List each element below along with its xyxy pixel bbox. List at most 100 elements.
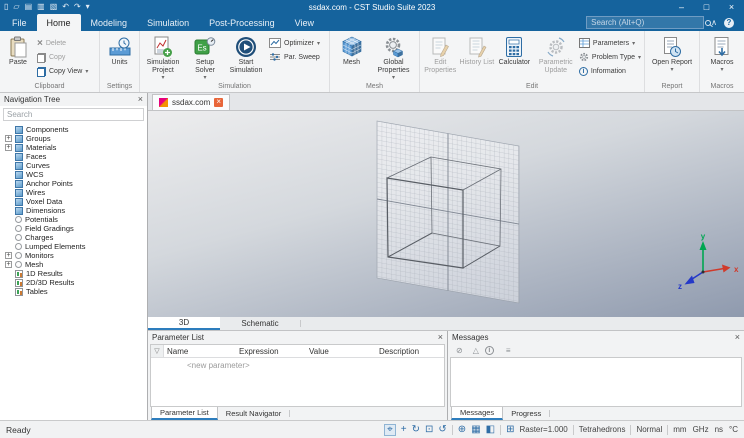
- tree-item-materials[interactable]: + Materials: [0, 143, 147, 152]
- filter-icon[interactable]: ▽: [151, 345, 164, 357]
- save-all-icon[interactable]: ▥: [37, 3, 45, 11]
- parametric-update-button[interactable]: Parametric Update: [535, 34, 577, 75]
- setup-solver-button[interactable]: Es Setup Solver ▾: [185, 34, 225, 82]
- expand-icon[interactable]: +: [5, 135, 12, 142]
- close-icon[interactable]: ×: [735, 333, 740, 342]
- tab-messages[interactable]: Messages: [451, 407, 504, 420]
- tree-item-field-gradings[interactable]: Field Gradings: [0, 224, 147, 233]
- mesh-type-setting[interactable]: Tetrahedrons: [579, 425, 626, 434]
- delete-button[interactable]: × Delete: [35, 37, 90, 50]
- tree-search-input[interactable]: [3, 108, 144, 121]
- copy-button[interactable]: Copy: [35, 51, 90, 64]
- warning-filter-icon[interactable]: △: [469, 346, 483, 355]
- tree-item-anchor-points[interactable]: Anchor Points: [0, 179, 147, 188]
- spin-icon[interactable]: ↺: [438, 424, 446, 435]
- tree-item-groups[interactable]: + Groups: [0, 134, 147, 143]
- tree-item-potentials[interactable]: Potentials: [0, 215, 147, 224]
- tree-item-tables[interactable]: Tables: [0, 287, 147, 296]
- copy-view-button[interactable]: Copy View ▾: [35, 65, 90, 78]
- unit-frequency[interactable]: GHz: [693, 425, 709, 434]
- rotate-icon[interactable]: ↻: [412, 424, 420, 435]
- new-file-icon[interactable]: ▯: [4, 3, 8, 11]
- edit-properties-button[interactable]: Edit Properties: [421, 34, 460, 75]
- maximize-button[interactable]: □: [694, 0, 719, 14]
- mode-setting[interactable]: Normal: [636, 425, 662, 434]
- tab-view[interactable]: View: [285, 14, 324, 31]
- tree-item-curves[interactable]: Curves: [0, 161, 147, 170]
- macros-button[interactable]: Macros ▾: [702, 34, 742, 74]
- global-properties-button[interactable]: Global Properties ▾: [371, 34, 417, 82]
- error-filter-icon[interactable]: ⊘: [452, 346, 467, 355]
- qat-more-icon[interactable]: ▾: [86, 3, 90, 11]
- tree-item-components[interactable]: Components: [0, 125, 147, 134]
- expand-icon[interactable]: +: [5, 252, 12, 259]
- problem-type-button[interactable]: Problem Type ▾: [577, 51, 643, 64]
- unit-time[interactable]: ns: [715, 425, 723, 434]
- tree-item-monitors[interactable]: + Monitors: [0, 251, 147, 260]
- tab-3d[interactable]: 3D: [148, 317, 220, 330]
- information-button[interactable]: i Information: [577, 65, 643, 78]
- calculator-button[interactable]: Calculator: [494, 34, 534, 67]
- tab-home[interactable]: Home: [36, 14, 81, 31]
- mesh-view-button[interactable]: Mesh: [333, 34, 371, 67]
- pan-icon[interactable]: +: [401, 424, 407, 435]
- parameters-button[interactable]: Parameters ▾: [577, 37, 643, 50]
- close-icon[interactable]: ×: [138, 95, 143, 104]
- tree-item-faces[interactable]: Faces: [0, 152, 147, 161]
- tree-item-wires[interactable]: Wires: [0, 188, 147, 197]
- message-list-icon[interactable]: ≡: [496, 346, 515, 355]
- expand-icon[interactable]: +: [5, 261, 12, 268]
- ribbon-search[interactable]: [586, 16, 712, 29]
- external-view-icon[interactable]: ⊞: [506, 424, 514, 435]
- tree-item-2d-3d-results[interactable]: 2D/3D Results: [0, 278, 147, 287]
- save-icon[interactable]: ▤: [25, 3, 33, 11]
- expand-icon[interactable]: +: [5, 144, 12, 151]
- close-button[interactable]: ×: [719, 0, 744, 14]
- simulation-project-button[interactable]: Simulation Project ▾: [141, 34, 185, 82]
- search-icon[interactable]: [705, 19, 712, 26]
- document-tab[interactable]: ssdax.com ×: [152, 94, 231, 110]
- unit-length[interactable]: mm: [673, 425, 686, 434]
- open-report-button[interactable]: Open Report ▾: [650, 34, 694, 74]
- export-icon[interactable]: ▧: [50, 3, 58, 11]
- minimize-button[interactable]: –: [669, 0, 694, 14]
- zoom-fit-icon[interactable]: ⌖: [384, 423, 396, 436]
- arrange-windows-icon[interactable]: ▦: [471, 424, 480, 435]
- tree-item-mesh[interactable]: + Mesh: [0, 260, 147, 269]
- zoom-window-icon[interactable]: ⊡: [425, 424, 433, 435]
- 3d-viewport[interactable]: y x z: [148, 111, 744, 317]
- open-file-icon[interactable]: ▱: [13, 3, 19, 11]
- tree-item-wcs[interactable]: WCS: [0, 170, 147, 179]
- tab-modeling[interactable]: Modeling: [81, 14, 138, 31]
- par-sweep-button[interactable]: Par. Sweep: [267, 51, 322, 64]
- units-button[interactable]: Units: [102, 34, 138, 67]
- tab-post-processing[interactable]: Post-Processing: [199, 14, 285, 31]
- tab-close-icon[interactable]: ×: [214, 98, 224, 107]
- help-icon[interactable]: ?: [724, 17, 734, 28]
- tab-simulation[interactable]: Simulation: [137, 14, 199, 31]
- history-list-button[interactable]: History List: [460, 34, 495, 67]
- search-input[interactable]: [591, 18, 702, 27]
- tab-schematic[interactable]: Schematic: [220, 317, 300, 330]
- tree-item-dimensions[interactable]: Dimensions: [0, 206, 147, 215]
- tab-result-navigator[interactable]: Result Navigator: [218, 407, 289, 420]
- tree-item-voxel-data[interactable]: Voxel Data: [0, 197, 147, 206]
- zoom-in-icon[interactable]: ⊕: [458, 424, 466, 435]
- optimizer-button[interactable]: Optimizer ▾: [267, 37, 322, 50]
- start-simulation-button[interactable]: Start Simulation: [225, 34, 267, 75]
- tree-item-lumped-elements[interactable]: Lumped Elements: [0, 242, 147, 251]
- tab-progress[interactable]: Progress: [503, 407, 549, 420]
- tab-parameter-list[interactable]: Parameter List: [151, 407, 218, 420]
- tree-item-charges[interactable]: Charges: [0, 233, 147, 242]
- raster-setting[interactable]: Raster=1.000: [519, 425, 567, 434]
- undo-icon[interactable]: ↶: [62, 3, 69, 11]
- tab-file[interactable]: File: [2, 14, 37, 31]
- redo-icon[interactable]: ↷: [74, 3, 81, 11]
- unit-temperature[interactable]: °C: [729, 425, 738, 434]
- tree-item-1d-results[interactable]: 1D Results: [0, 269, 147, 278]
- paste-button[interactable]: Paste: [1, 34, 35, 67]
- new-parameter-row[interactable]: <new parameter>: [151, 358, 444, 370]
- info-filter-icon[interactable]: i: [484, 346, 494, 355]
- close-icon[interactable]: ×: [438, 333, 443, 342]
- cube-view-icon[interactable]: ◧: [486, 424, 495, 435]
